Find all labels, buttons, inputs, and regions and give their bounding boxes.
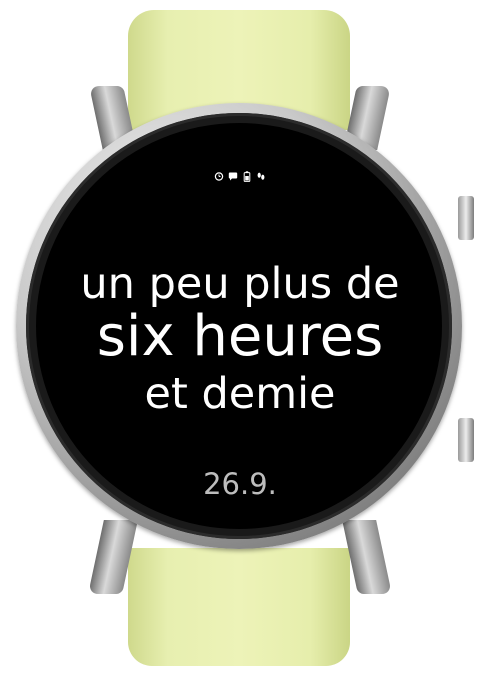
crown-button-top[interactable]	[458, 196, 474, 240]
time-text-line-1: un peu plus de	[80, 259, 400, 309]
watch: un peu plus de six heures et demie 26.9.	[0, 0, 480, 675]
alarm-icon	[214, 170, 224, 182]
bottom-strap	[128, 548, 350, 666]
status-icons	[0, 170, 480, 182]
time-text-line-2: six heures	[96, 304, 384, 369]
date-text: 26.9.	[203, 467, 277, 501]
time-text-line-3: et demie	[144, 369, 336, 419]
message-icon	[228, 170, 238, 182]
battery-icon	[242, 170, 252, 182]
steps-icon	[256, 170, 266, 182]
crown-button-bottom[interactable]	[458, 418, 474, 462]
